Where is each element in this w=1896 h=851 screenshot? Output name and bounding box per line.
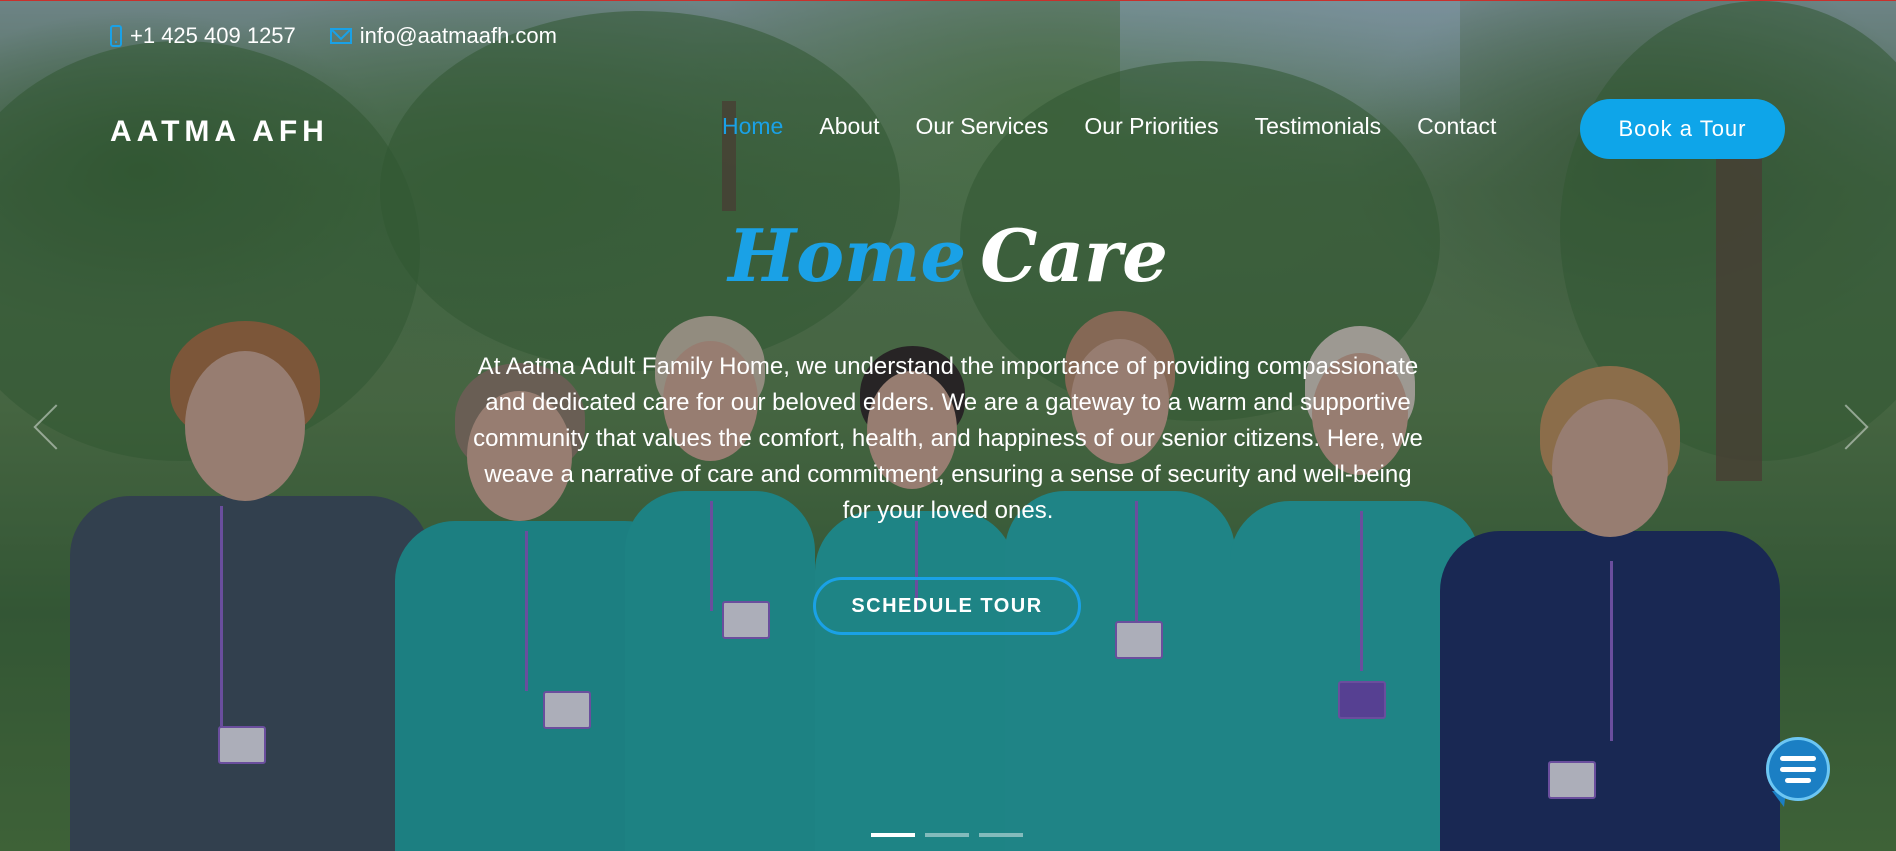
main-nav: Home About Our Services Our Priorities T… bbox=[722, 113, 1496, 140]
envelope-icon bbox=[329, 28, 352, 44]
nav-item-our-services[interactable]: Our Services bbox=[915, 113, 1048, 140]
carousel-indicator-1[interactable] bbox=[871, 833, 915, 837]
phone-icon bbox=[110, 25, 122, 47]
nav-item-about[interactable]: About bbox=[819, 113, 879, 140]
hero-headline: Home Care bbox=[0, 213, 1896, 298]
headline-word-care: Care bbox=[980, 213, 1168, 298]
nav-item-home[interactable]: Home bbox=[722, 113, 783, 140]
email-link[interactable]: info@aatmaafh.com bbox=[329, 23, 557, 49]
carousel-indicators bbox=[871, 833, 1023, 837]
email-address: info@aatmaafh.com bbox=[359, 23, 557, 48]
carousel-indicator-2[interactable] bbox=[925, 833, 969, 837]
hero-carousel: +1 425 409 1257 info@aatmaafh.com AATMA … bbox=[0, 0, 1896, 851]
book-a-tour-button[interactable]: Book a Tour bbox=[1580, 99, 1785, 159]
hero-intro-text: At Aatma Adult Family Home, we understan… bbox=[473, 353, 1423, 524]
phone-number: +1 425 409 1257 bbox=[130, 23, 296, 48]
site-logo[interactable]: AATMA AFH bbox=[110, 115, 329, 149]
contact-bar: +1 425 409 1257 info@aatmaafh.com bbox=[110, 23, 557, 49]
schedule-tour-button[interactable]: SCHEDULE TOUR bbox=[813, 577, 1081, 635]
carousel-indicator-3[interactable] bbox=[979, 833, 1023, 837]
headline-word-home: Home bbox=[728, 213, 967, 298]
nav-item-contact[interactable]: Contact bbox=[1417, 113, 1496, 140]
chat-bubble-icon[interactable] bbox=[1766, 737, 1830, 801]
nav-item-our-priorities[interactable]: Our Priorities bbox=[1084, 113, 1218, 140]
phone-link[interactable]: +1 425 409 1257 bbox=[110, 23, 296, 49]
nav-item-testimonials[interactable]: Testimonials bbox=[1255, 113, 1382, 140]
